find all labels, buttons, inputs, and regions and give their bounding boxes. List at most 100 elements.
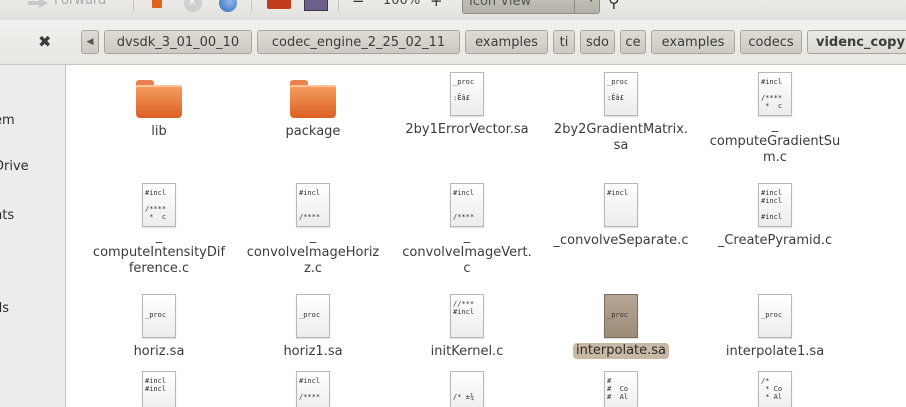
document-icon: _proc :Êâ£ bbox=[450, 72, 484, 116]
search-icon[interactable]: ⚲ bbox=[608, 0, 620, 11]
breadcrumb-item[interactable]: ce bbox=[620, 30, 646, 54]
file-item[interactable]: #incl /**** * c _ computeGradientSu m.c bbox=[700, 72, 850, 166]
folder-icon bbox=[136, 80, 182, 118]
toolbar: Forward − 100% + Icon View ▼ ⚲ bbox=[0, 0, 906, 20]
breadcrumb-item[interactable]: codecs bbox=[740, 30, 802, 54]
location-bar: ✖ ◀ dvsdk_3_01_00_10 codec_engine_2_25_0… bbox=[0, 20, 906, 65]
breadcrumb-item[interactable]: ti bbox=[553, 30, 575, 54]
document-icon: #incl /**** * c bbox=[758, 72, 792, 116]
folder-item[interactable]: package bbox=[238, 67, 388, 140]
document-preview: #incl /**** bbox=[453, 189, 475, 221]
file-name: package bbox=[285, 124, 341, 139]
document-icon: _proc bbox=[758, 294, 792, 338]
folder-item[interactable]: lib bbox=[84, 67, 234, 140]
document-preview: #incl #incl bbox=[145, 377, 167, 393]
file-item[interactable]: /* ±¾ bbox=[392, 371, 542, 407]
document-preview: # # Co # Al bbox=[607, 377, 629, 401]
document-icon: #incl /**** bbox=[450, 183, 484, 227]
document-preview: #incl /**** * c bbox=[761, 78, 783, 110]
file-name: _convolveSeparate.c bbox=[553, 233, 689, 248]
breadcrumb-item[interactable]: codec_engine_2_25_02_11 bbox=[257, 30, 460, 54]
document-preview: _proc :Êâ£ bbox=[607, 78, 629, 102]
zoom-out-icon[interactable]: − bbox=[352, 0, 365, 10]
file-item[interactable]: _proc :Êâ£ 2by2GradientMatrix. sa bbox=[546, 72, 696, 154]
sidebar-item[interactable]: em bbox=[0, 113, 15, 128]
document-preview: _proc :Êâ£ bbox=[453, 78, 475, 102]
document-icon: //*** #incl bbox=[450, 294, 484, 338]
chevron-down-icon: ▼ bbox=[587, 0, 595, 4]
file-item[interactable]: #incl /**** bbox=[238, 371, 388, 407]
file-name: 2by2GradientMatrix. sa bbox=[553, 122, 689, 153]
file-item[interactable]: # # Co # Al bbox=[546, 371, 696, 407]
sidebar-item[interactable]: Drive bbox=[0, 159, 29, 174]
file-icon-view: lib package _proc :Êâ£ 2by1ErrorVector.s… bbox=[66, 65, 906, 407]
breadcrumb-current[interactable]: videnc_copy bbox=[807, 30, 906, 54]
document-icon: _proc :Êâ£ bbox=[604, 72, 638, 116]
file-item[interactable]: #incl /**** * c _ computeIntensityDif fe… bbox=[76, 183, 242, 277]
file-item[interactable]: #incl #incl bbox=[84, 371, 234, 407]
computer-icon[interactable] bbox=[267, 0, 291, 9]
stop-icon[interactable] bbox=[152, 0, 162, 8]
forward-button-label[interactable]: Forward bbox=[54, 0, 106, 8]
breadcrumb-item[interactable]: dvsdk_3_01_00_10 bbox=[104, 30, 252, 54]
reload-icon[interactable] bbox=[219, 0, 237, 12]
file-item[interactable]: /* * Co * Al bbox=[700, 371, 850, 407]
toolbar-separator bbox=[251, 0, 252, 12]
file-name: _ computeIntensityDif ference.c bbox=[92, 229, 226, 276]
file-item-selected[interactable]: _proc interpolate.sa bbox=[546, 294, 696, 359]
document-icon: #incl bbox=[604, 183, 638, 227]
file-item[interactable]: _proc horiz1.sa bbox=[238, 294, 388, 360]
document-preview: #incl /**** bbox=[299, 377, 321, 401]
document-preview: //*** #incl bbox=[453, 300, 475, 316]
document-preview: #incl #incl #incl bbox=[761, 189, 783, 221]
cancel-icon[interactable] bbox=[184, 0, 202, 12]
document-preview: /* * Co * Al bbox=[761, 377, 783, 401]
document-preview: #incl /**** bbox=[299, 189, 321, 221]
document-preview: #incl /**** * c bbox=[145, 189, 167, 221]
toolbar-separator bbox=[133, 0, 134, 12]
close-icon[interactable]: ✖ bbox=[38, 32, 51, 51]
file-item[interactable]: #incl #incl #incl _CreatePyramid.c bbox=[700, 183, 850, 249]
file-item[interactable]: _proc horiz.sa bbox=[84, 294, 234, 360]
folder-icon bbox=[290, 80, 336, 118]
file-item[interactable]: #incl /**** _ convolveImageHoriz z.c bbox=[238, 183, 388, 277]
file-name: interpolate.sa bbox=[572, 343, 670, 359]
document-icon: #incl #incl #incl bbox=[758, 183, 792, 227]
document-icon: #incl #incl bbox=[142, 371, 176, 407]
document-preview: _proc bbox=[145, 311, 167, 319]
file-name: horiz1.sa bbox=[283, 344, 343, 359]
file-item[interactable]: #incl /**** _ convolveImageVert. c bbox=[392, 183, 542, 277]
zoom-level: 100% bbox=[383, 0, 421, 8]
file-item[interactable]: _proc interpolate1.sa bbox=[700, 294, 850, 360]
document-icon: #incl /**** * c bbox=[142, 183, 176, 227]
scroll-left-icon[interactable]: ◀ bbox=[81, 30, 99, 54]
file-name: _ convolveImageVert. c bbox=[402, 229, 532, 276]
breadcrumb-item[interactable]: sdo bbox=[580, 30, 615, 54]
document-icon: _proc bbox=[296, 294, 330, 338]
monitor-icon[interactable] bbox=[304, 0, 328, 11]
sidebar: em Drive nts ds bbox=[0, 65, 66, 407]
sidebar-item[interactable]: nts bbox=[0, 208, 14, 223]
file-name: interpolate1.sa bbox=[725, 344, 825, 359]
breadcrumb-item[interactable]: examples bbox=[651, 30, 735, 54]
document-icon: #incl /**** bbox=[296, 371, 330, 407]
forward-arrow-icon[interactable] bbox=[28, 0, 48, 8]
zoom-in-icon[interactable]: + bbox=[430, 0, 443, 10]
document-preview: _proc bbox=[607, 311, 629, 319]
file-item[interactable]: #incl _convolveSeparate.c bbox=[546, 183, 696, 249]
document-icon: _proc bbox=[142, 294, 176, 338]
sidebar-item[interactable]: ds bbox=[0, 301, 9, 316]
view-mode-select[interactable]: Icon View ▼ bbox=[462, 0, 600, 14]
file-name: _ computeGradientSu m.c bbox=[709, 118, 841, 165]
file-item[interactable]: //*** #incl initKernel.c bbox=[392, 294, 542, 360]
view-mode-label: Icon View bbox=[469, 0, 532, 9]
document-preview: _proc bbox=[299, 311, 321, 319]
file-name: initKernel.c bbox=[430, 344, 504, 359]
document-icon: /* * Co * Al bbox=[758, 371, 792, 407]
breadcrumb-item[interactable]: examples bbox=[465, 30, 548, 54]
file-name: horiz.sa bbox=[133, 344, 185, 359]
document-preview: #incl bbox=[607, 189, 629, 197]
file-item[interactable]: _proc :Êâ£ 2by1ErrorVector.sa bbox=[392, 72, 542, 138]
file-name: _CreatePyramid.c bbox=[717, 233, 833, 248]
document-icon: #incl /**** bbox=[296, 183, 330, 227]
